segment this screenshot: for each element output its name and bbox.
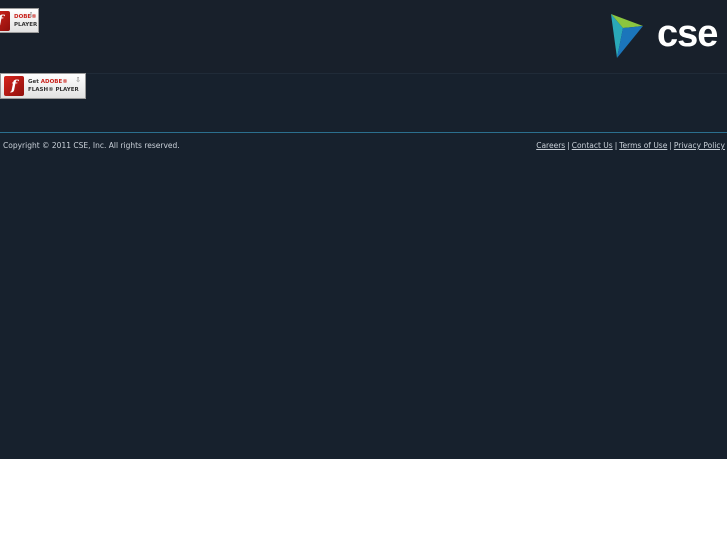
flash-badge-player: PLAYER [14,21,38,28]
privacy-policy-link[interactable]: Privacy Policy [674,141,725,150]
get-flash-player-badge[interactable]: f Get ADOBE® FLASH® PLAYER ⇩ [0,73,86,99]
flash-icon: f [4,76,24,96]
cse-logo-text[interactable]: cse [657,10,718,58]
careers-link[interactable]: Careers [536,141,565,150]
flash-badge-player: FLASH® PLAYER [28,87,79,93]
flash-badge-text: Get ADOBE® FLASH® PLAYER [28,78,79,94]
link-separator: | [614,141,618,150]
cse-logo-icon[interactable] [609,12,657,60]
footer-links: Careers | Contact Us | Terms of Use | Privacy … [536,141,725,150]
link-separator: | [669,141,672,150]
copyright-text: Copyright © 2011 CSE, Inc. All rights re… [3,141,180,150]
terms-of-use-link[interactable]: Terms of Use [619,141,667,150]
contact-us-link[interactable]: Contact Us [572,141,613,150]
flash-badge-get: Get [28,79,41,85]
download-arrow-icon: ⇩ [75,76,81,84]
flash-badge-adobe: ADOBE® [40,79,68,85]
flash-icon: f [0,10,10,31]
link-separator: | [567,141,570,150]
get-flash-player-badge-top[interactable]: f DOBE® PLAYER ⇩ [0,8,39,33]
download-arrow-icon: ⇩ [28,11,34,19]
footer-divider [0,132,727,133]
